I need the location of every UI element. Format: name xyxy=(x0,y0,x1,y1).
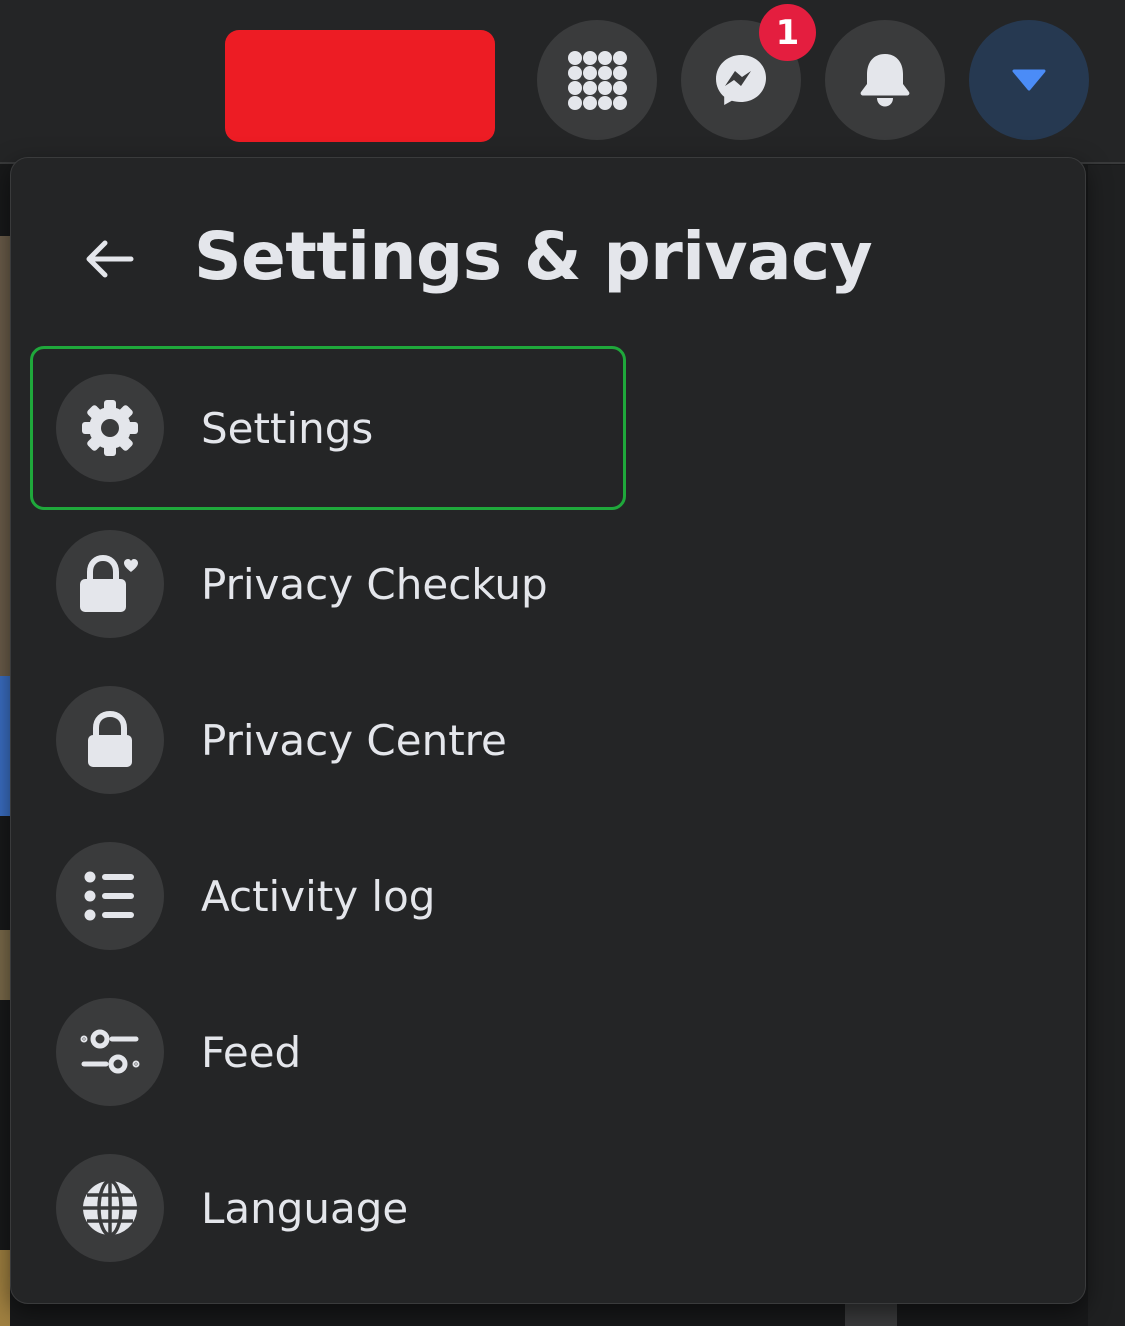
menu-item-language[interactable]: Language xyxy=(30,1126,626,1290)
notifications-button[interactable] xyxy=(825,20,945,140)
activity-log-icon-circle xyxy=(56,842,164,950)
lock-icon xyxy=(88,711,132,767)
privacy-centre-icon-circle xyxy=(56,686,164,794)
menu-title: Settings & privacy xyxy=(194,218,873,295)
menu-item-label: Privacy Checkup xyxy=(201,559,548,609)
list-icon xyxy=(84,871,134,921)
menu-grid-button[interactable] xyxy=(537,20,657,140)
grid-icon xyxy=(568,51,627,110)
menu-item-label: Language xyxy=(201,1183,409,1233)
back-button[interactable] xyxy=(75,225,143,293)
messenger-badge: 1 xyxy=(759,4,816,61)
menu-item-privacy-checkup[interactable]: Privacy Checkup xyxy=(30,502,626,666)
background-photo-strip-2 xyxy=(0,930,10,1000)
background-photo-strip-3 xyxy=(0,1250,10,1326)
menu-item-settings[interactable]: Settings xyxy=(30,346,626,510)
background-right-area xyxy=(1088,165,1125,1326)
menu-item-activity-log[interactable]: Activity log xyxy=(30,814,626,978)
background-bottom-element xyxy=(845,1304,897,1326)
privacy-checkup-icon-circle xyxy=(56,530,164,638)
caret-down-icon xyxy=(1012,69,1046,91)
settings-icon-circle xyxy=(56,374,164,482)
globe-icon xyxy=(83,1179,137,1237)
menu-item-label: Activity log xyxy=(201,871,436,921)
menu-item-feed[interactable]: Feed xyxy=(30,970,626,1134)
menu-item-label: Feed xyxy=(201,1027,302,1077)
lock-heart-icon xyxy=(80,554,138,612)
bell-icon xyxy=(860,54,910,107)
menu-item-label: Settings xyxy=(201,403,374,453)
language-icon-circle xyxy=(56,1154,164,1262)
background-blue-strip xyxy=(0,676,10,816)
sliders-icon xyxy=(80,1029,140,1074)
menu-item-label: Privacy Centre xyxy=(201,715,507,765)
account-menu-button[interactable] xyxy=(969,20,1089,140)
feed-icon-circle xyxy=(56,998,164,1106)
messenger-icon xyxy=(716,55,766,105)
arrow-left-icon xyxy=(86,240,134,278)
gear-icon xyxy=(82,400,138,456)
background-photo-strip xyxy=(0,236,10,676)
redacted-area xyxy=(225,30,495,142)
menu-item-privacy-centre[interactable]: Privacy Centre xyxy=(30,658,626,822)
